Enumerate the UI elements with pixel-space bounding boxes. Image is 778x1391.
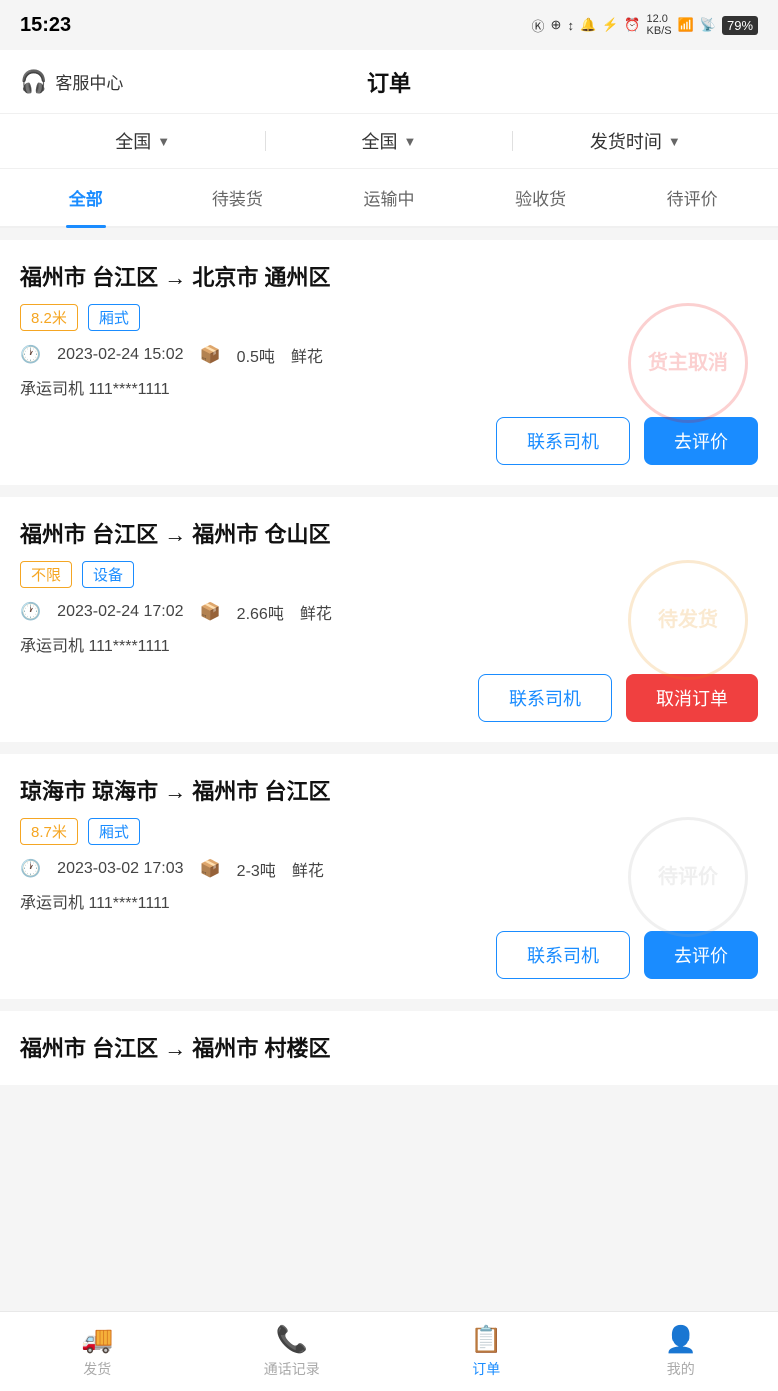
nav-calls-label: 通话记录 xyxy=(264,1359,320,1379)
nav-shipping[interactable]: 🚚 发货 xyxy=(0,1312,195,1391)
clock-icon-3: 🕐 xyxy=(20,859,41,879)
tag-size-2: 不限 xyxy=(20,561,72,588)
order-actions-3: 联系司机 去评价 xyxy=(20,931,758,979)
order-info-1: 🕐 2023-02-24 15:02 📦 0.5吨 鲜花 xyxy=(20,343,758,367)
tabs-row: 全部 待装货 运输中 验收货 待评价 xyxy=(0,169,778,228)
tag-type-1: 厢式 xyxy=(88,304,140,331)
filter-time[interactable]: 发货时间 ▼ xyxy=(513,128,758,154)
customer-service-label: 客服中心 xyxy=(55,69,123,94)
package-icon-1: 📦 xyxy=(200,345,221,365)
orders-icon: 📋 xyxy=(470,1324,502,1355)
order-actions-1: 联系司机 去评价 xyxy=(20,417,758,465)
order-goods-2: 鲜花 xyxy=(300,600,332,624)
order-driver-3: 承运司机 111****1111 xyxy=(20,889,758,913)
filter-region-1-label: 全国 xyxy=(115,128,151,154)
order-weight-2: 2.66吨 xyxy=(237,600,284,624)
tab-review[interactable]: 待评价 xyxy=(616,169,768,226)
order-weight-1: 0.5吨 xyxy=(237,343,275,367)
filter-region-2-label: 全国 xyxy=(362,128,398,154)
tab-all[interactable]: 全部 xyxy=(10,169,162,226)
order-datetime-3: 2023-03-02 17:03 xyxy=(57,860,183,878)
tab-transit[interactable]: 运输中 xyxy=(313,169,465,226)
order-datetime-1: 2023-02-24 15:02 xyxy=(57,346,183,364)
filter-time-label: 发货时间 xyxy=(590,128,662,154)
tab-received[interactable]: 验收货 xyxy=(465,169,617,226)
customer-service-link[interactable]: 🎧 客服中心 xyxy=(20,69,123,95)
contact-driver-btn-3[interactable]: 联系司机 xyxy=(496,931,630,979)
review-btn-3[interactable]: 去评价 xyxy=(644,931,758,979)
wifi-strength: 📶 xyxy=(678,17,694,33)
tag-size-1: 8.2米 xyxy=(20,304,78,331)
package-icon-2: 📦 xyxy=(200,602,221,622)
order-tags-2: 不限 设备 xyxy=(20,561,758,588)
orders-list: 货主取消 福州市 台江区 → 北京市 通州区 8.2米 厢式 🕐 2023-02… xyxy=(0,228,778,1097)
tag-type-3: 厢式 xyxy=(88,818,140,845)
filter-time-arrow: ▼ xyxy=(668,134,681,149)
order-driver-1: 承运司机 111****1111 xyxy=(20,375,758,399)
order-route-2: 福州市 台江区 → 福州市 仓山区 xyxy=(20,517,758,549)
order-goods-1: 鲜花 xyxy=(291,343,323,367)
review-btn-1[interactable]: 去评价 xyxy=(644,417,758,465)
data-icon: ↕ xyxy=(567,18,574,33)
filter-region-1-arrow: ▼ xyxy=(157,134,170,149)
order-info-2: 🕐 2023-02-24 17:02 📦 2.66吨 鲜花 xyxy=(20,600,758,624)
filter-region-2[interactable]: 全国 ▼ xyxy=(266,128,511,154)
nav-profile[interactable]: 👤 我的 xyxy=(584,1312,778,1391)
filter-region-1[interactable]: 全国 ▼ xyxy=(20,128,265,154)
contact-driver-btn-2[interactable]: 联系司机 xyxy=(478,674,612,722)
page-title: 订单 xyxy=(367,66,411,98)
nav-profile-label: 我的 xyxy=(667,1359,695,1379)
nav-calls[interactable]: 📞 通话记录 xyxy=(195,1312,390,1391)
filter-region-2-arrow: ▼ xyxy=(404,134,417,149)
order-card-partial: 福州市 台江区 → 福州市 村楼区 xyxy=(0,1011,778,1085)
order-driver-2: 承运司机 111****1111 xyxy=(20,632,758,656)
clock-icon-2: 🕐 xyxy=(20,602,41,622)
tag-type-2: 设备 xyxy=(82,561,134,588)
speed-indicator: 12.0KB/S xyxy=(647,13,672,37)
nav-orders-label: 订单 xyxy=(472,1359,500,1379)
status-icons: Ⓚ ⊕ ↕ 🔔 ⚡ ⏰ 12.0KB/S 📶 📡 79% xyxy=(532,13,758,37)
order-weight-3: 2-3吨 xyxy=(237,857,276,881)
tab-loading[interactable]: 待装货 xyxy=(162,169,314,226)
bottom-nav: 🚚 发货 📞 通话记录 📋 订单 👤 我的 xyxy=(0,1311,778,1391)
alarm-icon: ⏰ xyxy=(624,17,640,33)
status-time: 15:23 xyxy=(20,14,71,37)
package-icon-3: 📦 xyxy=(200,859,221,879)
order-route-1: 福州市 台江区 → 北京市 通州区 xyxy=(20,260,758,292)
order-datetime-2: 2023-02-24 17:02 xyxy=(57,603,183,621)
calls-icon: 📞 xyxy=(276,1324,308,1355)
contact-driver-btn-1[interactable]: 联系司机 xyxy=(496,417,630,465)
battery-indicator: 79% xyxy=(722,16,758,35)
order-tags-1: 8.2米 厢式 xyxy=(20,304,758,331)
order-info-3: 🕐 2023-03-02 17:03 📦 2-3吨 鲜花 xyxy=(20,857,758,881)
order-card-1: 货主取消 福州市 台江区 → 北京市 通州区 8.2米 厢式 🕐 2023-02… xyxy=(0,240,778,485)
order-actions-2: 联系司机 取消订单 xyxy=(20,674,758,722)
bluetooth-icon: ⚡ xyxy=(602,17,618,33)
network-icon: 🔔 xyxy=(580,17,596,33)
nav-shipping-label: 发货 xyxy=(83,1359,111,1379)
wifi-icon: ⊕ xyxy=(551,17,562,33)
order-card-2: 待发货 福州市 台江区 → 福州市 仓山区 不限 设备 🕐 2023-02-24… xyxy=(0,497,778,742)
header: 🎧 客服中心 订单 xyxy=(0,50,778,114)
order-card-3: 待评价 琼海市 琼海市 → 福州市 台江区 8.7米 厢式 🕐 2023-03-… xyxy=(0,754,778,999)
clock-icon-1: 🕐 xyxy=(20,345,41,365)
partial-order-route: 福州市 台江区 → 福州市 村楼区 xyxy=(20,1031,758,1063)
filter-row: 全国 ▼ 全国 ▼ 发货时间 ▼ xyxy=(0,114,778,169)
signal-strength: 📡 xyxy=(700,17,716,33)
headset-icon: 🎧 xyxy=(20,69,47,95)
profile-icon: 👤 xyxy=(665,1324,697,1355)
order-goods-3: 鲜花 xyxy=(292,857,324,881)
shipping-icon: 🚚 xyxy=(81,1324,113,1355)
cancel-order-btn-2[interactable]: 取消订单 xyxy=(626,674,758,722)
signal-icon: Ⓚ xyxy=(532,16,545,35)
order-route-3: 琼海市 琼海市 → 福州市 台江区 xyxy=(20,774,758,806)
tag-size-3: 8.7米 xyxy=(20,818,78,845)
order-tags-3: 8.7米 厢式 xyxy=(20,818,758,845)
nav-orders[interactable]: 📋 订单 xyxy=(389,1312,584,1391)
status-bar: 15:23 Ⓚ ⊕ ↕ 🔔 ⚡ ⏰ 12.0KB/S 📶 📡 79% xyxy=(0,0,778,50)
